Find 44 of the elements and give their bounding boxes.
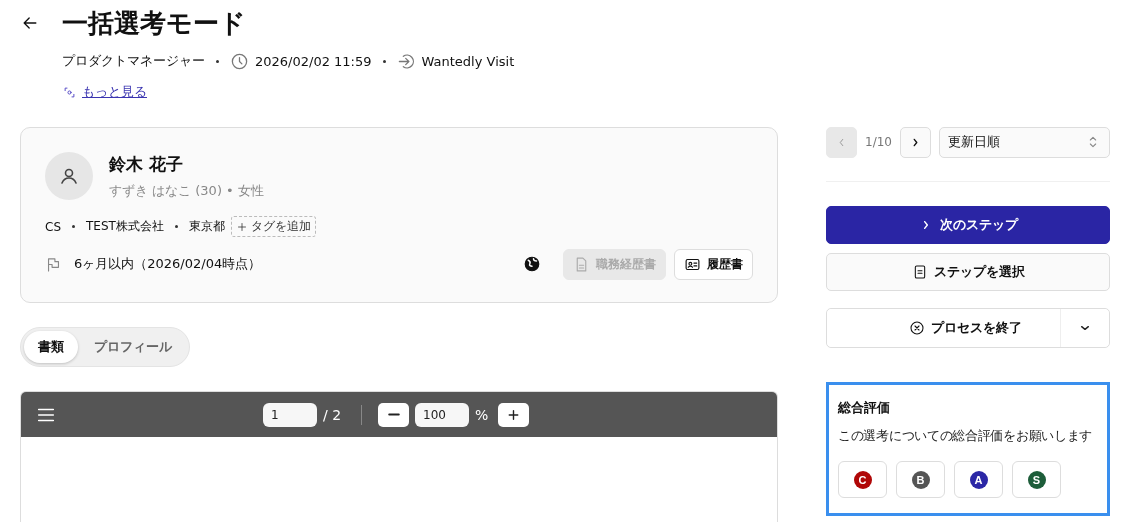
zoom-out-button[interactable]	[378, 402, 410, 427]
avatar-icon	[45, 152, 93, 200]
page-position: 1/10	[865, 135, 892, 149]
add-tag-button[interactable]: タグを追加	[230, 216, 316, 237]
minus-icon	[387, 413, 400, 416]
zoom-field[interactable]: 100	[415, 402, 470, 427]
grade-button[interactable]: B	[896, 461, 945, 498]
tag-label: TEST株式会社	[86, 218, 164, 235]
tab[interactable]: プロフィール	[80, 331, 186, 363]
next-step-button[interactable]: 次のステップ	[826, 206, 1110, 244]
evaluation-prompt: この選考についての総合評価をお願いします	[838, 427, 1093, 445]
period-text: 6ヶ月以内（2026/02/04時点）	[74, 255, 262, 273]
candidate-name: 鈴木 花子	[109, 152, 184, 176]
tag-label: CS	[45, 219, 61, 234]
document-button[interactable]: 履歴書	[674, 248, 753, 280]
job-title: プロダクトマネージャー	[62, 52, 205, 70]
page-title: 一括選考モード	[62, 10, 246, 36]
grade-badge: B	[911, 470, 930, 489]
candidate-details: すずき はなこ (30) • 女性	[109, 181, 264, 200]
grade-badge: S	[1027, 470, 1046, 489]
select-step-button[interactable]: ステップを選択	[826, 253, 1110, 291]
tab[interactable]: 書類	[24, 331, 78, 363]
end-process-button[interactable]: プロセスを終了	[827, 309, 1061, 347]
date-time: 2026/02/02 11:59	[255, 53, 372, 69]
source-name: Wantedly Visit	[421, 53, 515, 69]
globe-icon[interactable]	[523, 255, 541, 273]
evaluation-title: 総合評価	[838, 399, 891, 417]
plus-icon	[235, 220, 248, 233]
more-link[interactable]: もっと見る	[82, 83, 147, 101]
zoom-unit: %	[475, 406, 489, 423]
grade-button[interactable]: S	[1012, 461, 1061, 498]
zoom-in-button[interactable]	[498, 402, 530, 427]
tag-label: 東京都	[188, 218, 225, 235]
grade-button[interactable]: C	[838, 461, 887, 498]
flag-icon	[45, 255, 62, 273]
expand-icon	[62, 84, 77, 100]
sort-select[interactable]: 更新日順	[938, 126, 1110, 158]
clock-icon	[230, 51, 249, 71]
page-total: / 2	[323, 406, 342, 423]
grade-badge: C	[853, 470, 872, 489]
close-circle-icon	[909, 320, 925, 336]
page-field[interactable]: 1	[263, 402, 317, 427]
grade-badge: A	[969, 470, 988, 489]
grade-button[interactable]: A	[954, 461, 1003, 498]
